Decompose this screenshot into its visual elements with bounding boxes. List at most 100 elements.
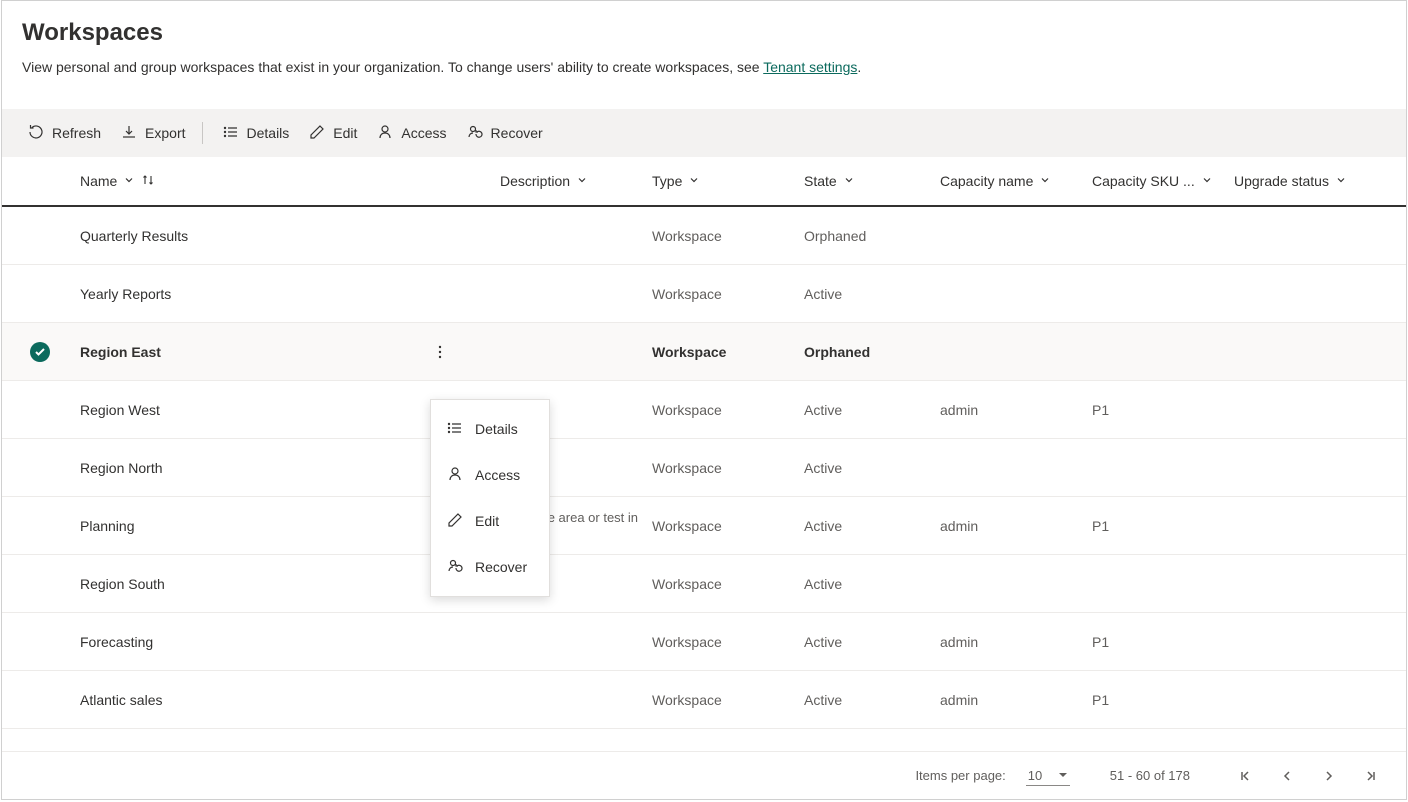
workspace-name: Region West	[80, 402, 160, 418]
table-row[interactable]: Quarterly ResultsWorkspaceOrphaned	[2, 207, 1406, 265]
col-capacityname-label: Capacity name	[940, 173, 1033, 189]
person-icon	[377, 124, 393, 143]
refresh-icon	[28, 124, 44, 143]
download-icon	[121, 124, 137, 143]
cell-state: Orphaned	[804, 228, 940, 244]
cell-type: Workspace	[652, 344, 804, 360]
cell-capacity-name: admin	[940, 402, 1092, 418]
tenant-settings-link[interactable]: Tenant settings	[763, 59, 857, 75]
col-header-capacity-name[interactable]: Capacity name	[940, 173, 1092, 189]
pager-next-button[interactable]	[1322, 769, 1336, 783]
table-row[interactable]: Region North WorkspaceActive	[2, 439, 1406, 497]
page-title: Workspaces	[22, 19, 1386, 47]
cell-state: Active	[804, 518, 940, 534]
workspace-name: Planning	[80, 518, 135, 534]
pager: Items per page: 10 51 - 60 of 178	[2, 751, 1406, 799]
col-header-upgrade-status[interactable]: Upgrade status	[1234, 173, 1372, 189]
cell-type: Workspace	[652, 518, 804, 534]
cell-type: Workspace	[652, 460, 804, 476]
col-header-description[interactable]: Description	[500, 173, 652, 189]
cell-name: Atlantic sales	[80, 692, 500, 708]
recover-button[interactable]: Recover	[457, 117, 553, 149]
col-description-label: Description	[500, 173, 570, 189]
cell-capacity-name: admin	[940, 692, 1092, 708]
cell-capacity-name: admin	[940, 634, 1092, 650]
access-label: Access	[401, 125, 446, 141]
col-header-capacity-sku[interactable]: Capacity SKU ...	[1092, 173, 1234, 189]
edit-label: Edit	[333, 125, 357, 141]
refresh-button[interactable]: Refresh	[18, 117, 111, 149]
table-row[interactable]: Region SouthWorkspaceActive	[2, 555, 1406, 613]
table-body: Quarterly ResultsWorkspaceOrphanedYearly…	[2, 207, 1406, 729]
cell-type: Workspace	[652, 692, 804, 708]
cell-capacity-sku: P1	[1092, 518, 1234, 534]
workspaces-table: Name Description Type State Capacity nam…	[2, 157, 1406, 729]
cell-capacity-sku: P1	[1092, 692, 1234, 708]
cell-name: Region East	[80, 344, 500, 360]
workspace-name: Region South	[80, 576, 165, 592]
col-header-type[interactable]: Type	[652, 173, 804, 189]
list-icon	[447, 420, 463, 439]
items-per-page-select[interactable]: 10	[1026, 766, 1070, 786]
cell-state: Active	[804, 286, 940, 302]
col-name-label: Name	[80, 173, 117, 189]
subtitle-text-pre: View personal and group workspaces that …	[22, 59, 763, 75]
cell-type: Workspace	[652, 634, 804, 650]
pager-prev-button[interactable]	[1280, 769, 1294, 783]
table-row[interactable]: ForecastingWorkspaceActiveadminP1	[2, 613, 1406, 671]
workspace-name: Yearly Reports	[80, 286, 171, 302]
menu-item-edit[interactable]: Edit	[431, 498, 549, 544]
cell-state: Active	[804, 460, 940, 476]
edit-button[interactable]: Edit	[299, 117, 367, 149]
cell-capacity-sku: P1	[1092, 402, 1234, 418]
col-header-name[interactable]: Name	[80, 173, 500, 190]
cell-type: Workspace	[652, 402, 804, 418]
export-label: Export	[145, 125, 185, 141]
chevron-down-icon	[576, 173, 588, 189]
pager-last-button[interactable]	[1364, 769, 1378, 783]
menu-details-label: Details	[475, 421, 518, 437]
details-button[interactable]: Details	[213, 117, 300, 149]
pager-first-button[interactable]	[1238, 769, 1252, 783]
workspace-name: Region North	[80, 460, 163, 476]
cell-capacity-sku: P1	[1092, 634, 1234, 650]
menu-item-recover[interactable]: Recover	[431, 544, 549, 590]
menu-recover-label: Recover	[475, 559, 527, 575]
col-state-label: State	[804, 173, 837, 189]
chevron-down-icon	[1201, 173, 1213, 189]
export-button[interactable]: Export	[111, 117, 195, 149]
recover-icon	[447, 558, 463, 577]
subtitle-text-post: .	[857, 59, 861, 75]
details-label: Details	[247, 125, 290, 141]
person-icon	[447, 466, 463, 485]
chevron-down-icon	[123, 173, 135, 189]
cell-name: Forecasting	[80, 634, 500, 650]
more-options-button[interactable]	[430, 344, 450, 360]
toolbar: Refresh Export Details Edit Access Recov…	[2, 109, 1406, 157]
cell-type: Workspace	[652, 228, 804, 244]
workspace-name: Forecasting	[80, 634, 153, 650]
chevron-down-icon	[843, 173, 855, 189]
checkmark-icon	[30, 342, 50, 362]
workspace-name: Atlantic sales	[80, 692, 162, 708]
cell-capacity-name: admin	[940, 518, 1092, 534]
caret-down-icon	[1058, 768, 1068, 783]
table-row[interactable]: Region WestWorkspaceActiveadminP1	[2, 381, 1406, 439]
col-header-state[interactable]: State	[804, 173, 940, 189]
table-row[interactable]: Region EastWorkspaceOrphaned	[2, 323, 1406, 381]
table-header: Name Description Type State Capacity nam…	[2, 157, 1406, 207]
pencil-icon	[309, 124, 325, 143]
table-row[interactable]: PlanningorkSpace area or test in BBTWork…	[2, 497, 1406, 555]
access-button[interactable]: Access	[367, 117, 456, 149]
col-capacitysku-label: Capacity SKU ...	[1092, 173, 1195, 189]
col-type-label: Type	[652, 173, 682, 189]
sort-icon	[141, 173, 155, 190]
col-upgradestatus-label: Upgrade status	[1234, 173, 1329, 189]
page-subtitle: View personal and group workspaces that …	[22, 59, 1386, 75]
menu-item-details[interactable]: Details	[431, 406, 549, 452]
menu-item-access[interactable]: Access	[431, 452, 549, 498]
list-icon	[223, 124, 239, 143]
recover-label: Recover	[491, 125, 543, 141]
table-row[interactable]: Yearly ReportsWorkspaceActive	[2, 265, 1406, 323]
table-row[interactable]: Atlantic salesWorkspaceActiveadminP1	[2, 671, 1406, 729]
